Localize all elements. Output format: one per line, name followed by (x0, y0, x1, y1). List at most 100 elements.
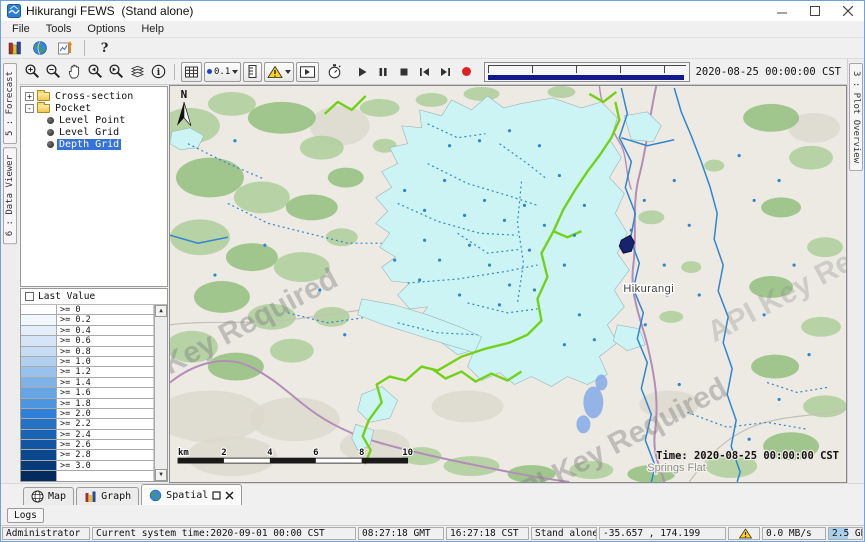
legend-label: >= 1.0 (57, 357, 154, 366)
legend-swatch (21, 315, 57, 324)
logs-tab[interactable]: Logs (7, 508, 44, 523)
legend-label: >= 0.2 (57, 315, 154, 324)
legend-swatch (21, 326, 57, 335)
legend-label: >= 2.8 (57, 450, 154, 459)
scroll-down-icon[interactable]: ▼ (155, 469, 167, 481)
last-value-checkbox[interactable] (25, 292, 34, 301)
zoom-in-icon[interactable] (23, 62, 42, 81)
info-icon[interactable]: i (149, 62, 168, 81)
help-icon[interactable]: ? (95, 39, 114, 58)
explorer-icon[interactable] (5, 39, 24, 58)
skip-to-start-button[interactable] (415, 62, 434, 81)
tree-item-label-selected[interactable]: Depth Grid (57, 139, 121, 150)
legend-row[interactable]: >= 2.6 (21, 440, 154, 450)
legend-row[interactable]: >= 2.4 (21, 430, 154, 440)
legend-row[interactable] (21, 471, 154, 481)
grid-display-button[interactable] (181, 62, 202, 82)
tree-item-level-grid[interactable]: Level Grid (21, 126, 167, 138)
timeseries-dialog-icon[interactable] (55, 39, 74, 58)
zoom-next-icon[interactable] (107, 62, 126, 81)
close-tab-icon[interactable] (225, 491, 234, 500)
zoom-out-icon[interactable] (44, 62, 63, 81)
tree-item-label[interactable]: Cross-section (53, 91, 135, 102)
legend-row[interactable]: >= 0.2 (21, 315, 154, 325)
scale-tick-label: 4 (267, 448, 272, 458)
map-canvas[interactable]: API Key Required API Key Required API Ke… (170, 86, 846, 482)
close-button[interactable] (831, 1, 864, 21)
legend-row[interactable]: >= 1.4 (21, 378, 154, 388)
toolbar-separator (174, 64, 175, 80)
dock-tab-data-viewer[interactable]: 6 : Data Viewer (3, 147, 17, 244)
play-button[interactable] (352, 62, 371, 81)
legend-label: >= 1.8 (57, 399, 154, 408)
scroll-up-icon[interactable]: ▲ (155, 305, 167, 317)
tree-item-label[interactable]: Level Point (57, 115, 127, 126)
dock-tab-plot-overview[interactable]: 3 : Plot Overview (849, 63, 863, 171)
menu-help[interactable]: Help (133, 22, 172, 36)
status-gmt-time: 08:27:18 GMT (358, 527, 444, 540)
status-warning-cell[interactable] (728, 527, 760, 540)
tree-expander-icon[interactable]: + (25, 92, 34, 101)
tab-map[interactable]: Map (23, 487, 74, 505)
legend-row[interactable]: >= 2.0 (21, 409, 154, 419)
tree-expander-icon[interactable]: - (25, 104, 34, 113)
legend-row[interactable]: >= 0.8 (21, 347, 154, 357)
tab-graph[interactable]: Graph (76, 487, 139, 505)
tree-item-cross-section[interactable]: + Cross-section (21, 90, 167, 102)
legend-scrollbar[interactable]: ▲ ▼ (154, 305, 167, 481)
legend-row[interactable]: >= 3.0 (21, 461, 154, 471)
north-label: N (181, 88, 188, 101)
legend-swatch (21, 367, 57, 376)
timeline-slider[interactable] (484, 62, 689, 82)
zoom-previous-icon[interactable] (86, 62, 105, 81)
legend-row[interactable]: >= 1.2 (21, 367, 154, 377)
node-bullet-icon (47, 129, 54, 136)
legend-row[interactable]: >= 2.2 (21, 419, 154, 429)
legend-row[interactable]: >= 0.6 (21, 336, 154, 346)
map-globe-icon[interactable] (30, 39, 49, 58)
right-dock-strip: 3 : Plot Overview (847, 59, 864, 483)
map-view[interactable]: API Key Required API Key Required API Ke… (169, 85, 847, 483)
legend-label: >= 0 (57, 305, 154, 314)
timeline-ruler (488, 65, 685, 73)
legend-row[interactable]: >= 2.8 (21, 450, 154, 460)
tree-item-label[interactable]: Pocket (53, 103, 93, 114)
pause-button[interactable] (373, 62, 392, 81)
skip-to-end-button[interactable] (436, 62, 455, 81)
menu-tools[interactable]: Tools (38, 22, 80, 36)
menu-file[interactable]: File (4, 22, 38, 36)
interval-dropdown-button[interactable]: 0.1 (204, 62, 241, 82)
timer-icon[interactable] (325, 62, 344, 81)
animation-button[interactable] (296, 62, 319, 82)
float-tab-icon[interactable] (212, 491, 221, 500)
status-download-rate: 0.0 MB/s (762, 527, 826, 540)
tree-item-pocket[interactable]: - Pocket (21, 102, 167, 114)
scale-ruler-button[interactable] (243, 62, 262, 82)
tree-item-level-point[interactable]: Level Point (21, 114, 167, 126)
legend-swatch (21, 388, 57, 397)
status-bar: Administrator Current system time:2020-0… (1, 525, 864, 541)
map-toolbar: i 0.1 2020-08-25 00:00:00 CST (19, 59, 847, 85)
record-button[interactable] (457, 62, 476, 81)
dock-tab-forecast[interactable]: 5 : Forecast (3, 63, 17, 144)
legend-row[interactable]: >= 1.6 (21, 388, 154, 398)
warning-dropdown-button[interactable] (264, 62, 294, 82)
legend-row[interactable]: >= 1.0 (21, 357, 154, 367)
legend-row[interactable]: >= 0.4 (21, 326, 154, 336)
stop-button[interactable] (394, 62, 413, 81)
tab-spatial[interactable]: Spatial (141, 484, 242, 505)
legend-row[interactable]: >= 0 (21, 305, 154, 315)
layers-icon[interactable] (128, 62, 147, 81)
pan-hand-icon[interactable] (65, 62, 84, 81)
legend-row[interactable]: >= 1.8 (21, 399, 154, 409)
tree-item-label[interactable]: Level Grid (57, 127, 121, 138)
tab-label: Spatial (166, 490, 208, 501)
legend-swatch (21, 471, 57, 480)
maximize-button[interactable] (798, 1, 831, 21)
legend-label: >= 1.2 (57, 367, 154, 376)
menu-options[interactable]: Options (79, 22, 133, 36)
toolbar-separator (84, 40, 85, 56)
timeline-period-bar[interactable] (488, 75, 683, 80)
minimize-button[interactable] (765, 1, 798, 21)
tree-item-depth-grid[interactable]: Depth Grid (21, 138, 167, 150)
